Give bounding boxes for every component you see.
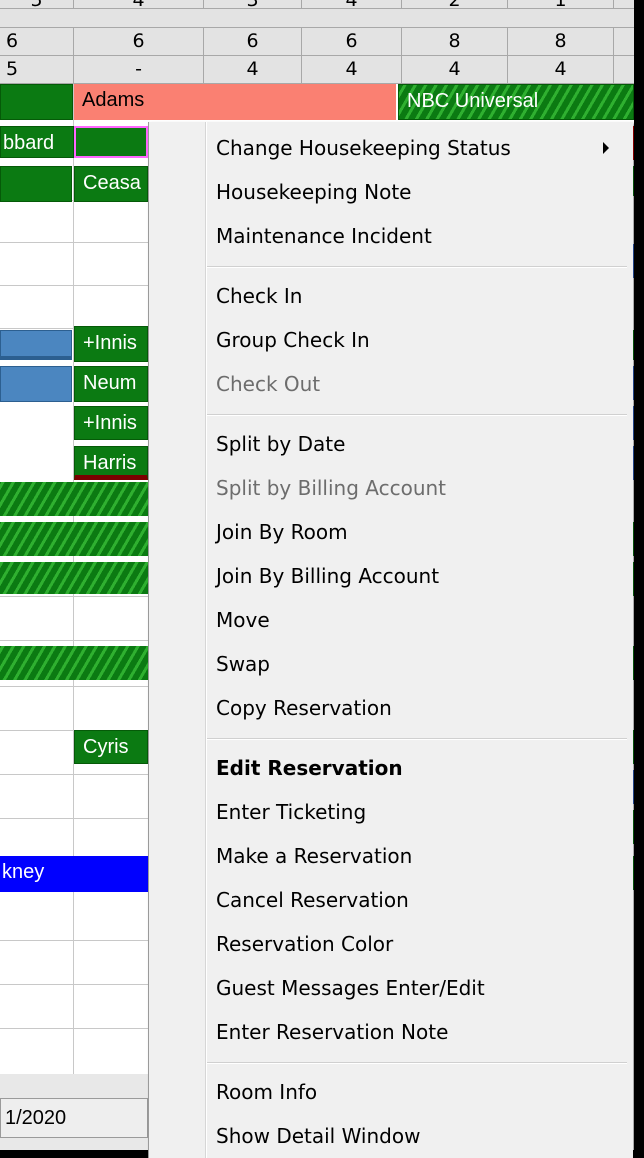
menu-item-check-out[interactable]: Check Out xyxy=(216,364,320,404)
menu-icon-gutter-highlight xyxy=(206,122,207,1158)
header-cell: 6 xyxy=(302,28,402,55)
menu-item-copy-reservation[interactable]: Copy Reservation xyxy=(216,688,392,728)
header-cell: 3 xyxy=(204,0,302,8)
menu-item-maintenance-incident[interactable]: Maintenance Incident xyxy=(216,216,432,256)
group-bar-adams[interactable]: Adams xyxy=(74,84,396,120)
header-cell: 5 xyxy=(0,0,74,8)
header-cell: 6 xyxy=(204,28,302,55)
header-cell: 1 xyxy=(508,0,614,8)
header-cell: 2 xyxy=(402,0,508,8)
header-cell: 8 xyxy=(508,28,614,55)
grid-line xyxy=(0,984,148,985)
menu-item-split-by-billing-account[interactable]: Split by Billing Account xyxy=(216,468,446,508)
menu-item-room-info[interactable]: Room Info xyxy=(216,1072,317,1112)
header-cell: 4 xyxy=(204,56,302,83)
reservation-block-pinkney[interactable]: kney xyxy=(0,856,148,892)
menu-separator xyxy=(207,266,627,268)
header-cell: - xyxy=(74,56,204,83)
header-cell: 8 xyxy=(402,28,508,55)
grid-line xyxy=(0,640,148,641)
menu-item-check-in[interactable]: Check In xyxy=(216,276,302,316)
reservation-block-hatched[interactable] xyxy=(0,646,148,680)
menu-item-guest-messages-enter-edit[interactable]: Guest Messages Enter/Edit xyxy=(216,968,485,1008)
reservation-block-innis[interactable]: +Innis xyxy=(74,406,148,440)
grid-line xyxy=(0,818,148,819)
header-cell: 4 xyxy=(402,56,508,83)
reservation-block[interactable] xyxy=(0,366,72,402)
menu-item-join-by-room[interactable]: Join By Room xyxy=(216,512,348,552)
menu-item-show-detail-window[interactable]: Show Detail Window xyxy=(216,1116,420,1156)
menu-item-swap[interactable]: Swap xyxy=(216,644,270,684)
grid-line xyxy=(0,940,148,941)
menu-item-change-housekeeping-status[interactable]: Change Housekeeping Status xyxy=(216,128,511,168)
date-field[interactable]: 1/2020 xyxy=(0,1098,148,1138)
menu-item-join-by-billing-account[interactable]: Join By Billing Account xyxy=(216,556,439,596)
header-cell: 6 xyxy=(0,28,74,55)
menu-item-edit-reservation[interactable]: Edit Reservation xyxy=(216,748,403,788)
header-cell: 4 xyxy=(508,56,614,83)
reservation-block-hatched[interactable] xyxy=(0,562,148,594)
menu-separator xyxy=(207,414,627,416)
menu-item-split-by-date[interactable]: Split by Date xyxy=(216,424,345,464)
reservation-block-ceasar[interactable]: Ceasa xyxy=(74,166,148,202)
header-row-1: 5 4 3 4 2 1 xyxy=(0,0,634,9)
reservation-block-harris[interactable]: Harris xyxy=(74,446,148,480)
header-cell: 6 xyxy=(74,28,204,55)
context-menu: Change Housekeeping Status Housekeeping … xyxy=(148,122,633,1158)
menu-item-group-check-in[interactable]: Group Check In xyxy=(216,320,370,360)
menu-item-reservation-color[interactable]: Reservation Color xyxy=(216,924,393,964)
grid-line xyxy=(0,686,148,687)
grid-line xyxy=(0,285,148,286)
menu-item-cancel-reservation[interactable]: Cancel Reservation xyxy=(216,880,409,920)
menu-separator xyxy=(207,738,627,740)
reservation-block[interactable]: bbard xyxy=(0,126,74,158)
header-row-3: 5 - 4 4 4 4 xyxy=(0,56,634,84)
reservation-block-innis[interactable]: +Innis xyxy=(74,326,148,362)
reservation-block-hatched[interactable] xyxy=(0,482,148,516)
header-row-1-band xyxy=(0,9,634,28)
reservation-block[interactable] xyxy=(0,330,72,360)
selected-reservation-block[interactable] xyxy=(74,126,148,158)
menu-item-move[interactable]: Move xyxy=(216,600,270,640)
menu-separator xyxy=(207,1062,627,1064)
reservation-block-cyris[interactable]: Cyris xyxy=(74,730,148,764)
grid-line xyxy=(0,242,148,243)
menu-item-enter-ticketing[interactable]: Enter Ticketing xyxy=(216,792,366,832)
submenu-arrow-icon xyxy=(603,142,609,154)
window-frame: 5 4 3 4 2 1 6 6 6 6 8 8 5 - 4 4 4 4 xyxy=(0,0,644,1158)
header-cell: 4 xyxy=(74,0,204,8)
grid-line xyxy=(0,596,148,597)
grid-line xyxy=(0,774,148,775)
menu-item-enter-reservation-note[interactable]: Enter Reservation Note xyxy=(216,1012,448,1052)
header-row-2: 6 6 6 6 8 8 xyxy=(0,28,634,56)
reservation-block[interactable] xyxy=(0,166,72,202)
header-cell: 4 xyxy=(302,0,402,8)
header-cell: 5 xyxy=(0,56,74,83)
reservation-block-hatched[interactable] xyxy=(0,522,148,556)
reservation-block-neum[interactable]: Neum xyxy=(74,366,148,402)
header-cell: 4 xyxy=(302,56,402,83)
group-bar-nbc-universal[interactable]: NBC Universal xyxy=(398,84,634,120)
group-bar[interactable] xyxy=(0,84,73,120)
menu-item-make-a-reservation[interactable]: Make a Reservation xyxy=(216,836,412,876)
grid-line xyxy=(0,1028,148,1029)
menu-item-housekeeping-note[interactable]: Housekeeping Note xyxy=(216,172,411,212)
